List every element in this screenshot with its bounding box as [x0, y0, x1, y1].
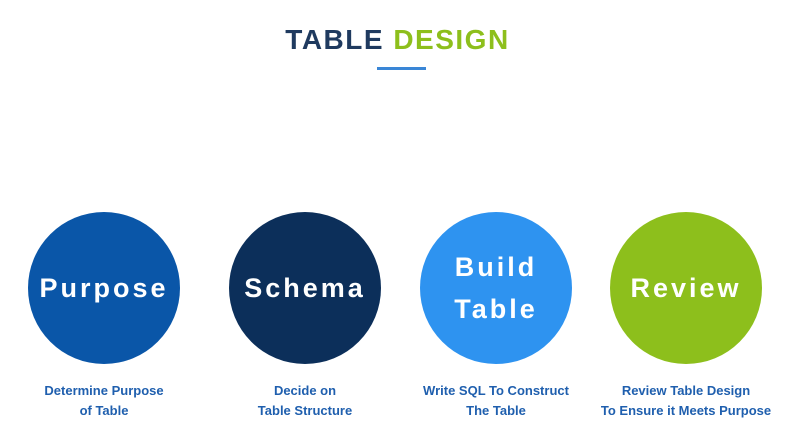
step-label-line: Table: [454, 294, 538, 324]
caption-line: The Table: [466, 403, 526, 418]
step-circle-review: Review: [610, 212, 762, 364]
caption-line: Review Table Design: [621, 383, 751, 398]
step-label-line: Build: [454, 252, 538, 282]
step-caption-purpose: Determine Purpose of Table: [4, 381, 204, 421]
slide: TABLE DESIGN Purpose Determine Purpose o…: [0, 0, 795, 440]
step-circle-build-table: Build Table: [420, 212, 572, 364]
caption-line: Determine Purpose: [44, 383, 164, 398]
step-label-line: Schema: [244, 273, 366, 303]
step-caption-schema: Decide on Table Structure: [205, 381, 405, 421]
title-part-table: TABLE: [285, 24, 385, 55]
step-circle-purpose: Purpose: [28, 212, 180, 364]
caption-line: Decide on: [273, 383, 337, 398]
step-circle-schema: Schema: [229, 212, 381, 364]
page-title: TABLE DESIGN: [0, 24, 795, 56]
title-part-design: DESIGN: [393, 24, 510, 55]
step-review: Review Review Table Design To Ensure it …: [586, 212, 786, 421]
title-underline: [377, 67, 426, 70]
step-build-table: Build Table Write SQL To Construct The T…: [396, 212, 596, 421]
step-purpose: Purpose Determine Purpose of Table: [4, 212, 204, 421]
caption-line: of Table: [79, 403, 129, 418]
caption-line: Write SQL To Construct: [423, 383, 569, 398]
step-schema: Schema Decide on Table Structure: [205, 212, 405, 421]
step-caption-build-table: Write SQL To Construct The Table: [396, 381, 596, 421]
step-label-line: Purpose: [39, 273, 169, 303]
step-caption-review: Review Table Design To Ensure it Meets P…: [586, 381, 786, 421]
caption-line: Table Structure: [257, 403, 353, 418]
caption-line: To Ensure it Meets Purpose: [600, 403, 772, 418]
step-label-line: Review: [630, 273, 742, 303]
